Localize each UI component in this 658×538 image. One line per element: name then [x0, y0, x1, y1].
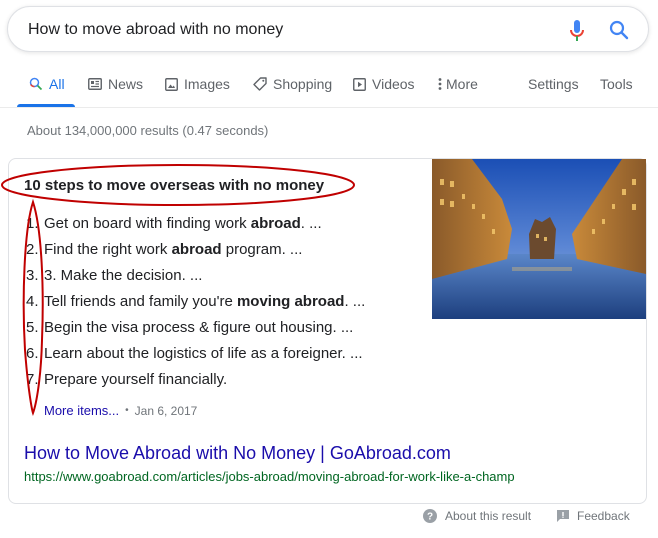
- feedback-label: Feedback: [577, 509, 630, 523]
- tab-label: Shopping: [273, 76, 333, 92]
- list-item-number: 6.: [26, 345, 39, 362]
- result-url[interactable]: https://www.goabroad.com/articles/jobs-a…: [24, 469, 515, 484]
- result-stats: About 134,000,000 results (0.47 seconds): [27, 123, 269, 138]
- snippet-list-item: 1. Get on board with finding work abroad.…: [26, 211, 365, 237]
- more-vert-icon: [438, 78, 442, 90]
- news-icon: [88, 78, 102, 90]
- list-item-text: 3. Make the decision. ...: [44, 267, 203, 284]
- play-icon: [353, 77, 366, 91]
- tab-label: News: [108, 76, 144, 92]
- list-item-text: program. ...: [221, 241, 303, 258]
- search-icon[interactable]: [608, 19, 630, 41]
- microphone-icon[interactable]: [568, 19, 586, 43]
- separator-dot: •: [125, 405, 129, 416]
- highlighted-term: moving abroad: [236, 293, 345, 310]
- tools-link[interactable]: Tools: [600, 76, 633, 92]
- snippet-title: 10 steps to move overseas with no money: [24, 177, 325, 194]
- highlighted-term: abroad: [171, 241, 222, 258]
- snippet-list-item: 4. Tell friends and family you're moving …: [26, 289, 365, 315]
- tools-label: Tools: [600, 76, 633, 92]
- search-icon: [29, 77, 43, 91]
- tab-videos[interactable]: Videos: [353, 76, 415, 92]
- search-bar: [7, 6, 649, 52]
- about-this-result[interactable]: ? About this result: [423, 509, 531, 523]
- active-tab-indicator: [17, 104, 75, 107]
- list-item-number: 7.: [26, 371, 39, 388]
- image-icon: [165, 77, 178, 91]
- list-item-text: . ...: [344, 293, 366, 310]
- more-items-link[interactable]: More items...: [44, 403, 119, 418]
- snippet-thumbnail[interactable]: [432, 159, 646, 319]
- feedback-icon: [557, 510, 569, 522]
- snippet-list-item: 3. 3. Make the decision. ...: [26, 263, 365, 289]
- list-item-number: 3.: [26, 267, 39, 284]
- help-icon: ?: [423, 509, 437, 523]
- tag-icon: [253, 77, 267, 91]
- tab-more[interactable]: More: [438, 76, 478, 92]
- snippet-list: 1. Get on board with finding work abroad.…: [26, 211, 365, 393]
- snippet-list-item: 7. Prepare yourself financially.: [26, 367, 365, 393]
- snippet-list-item: 6. Learn about the logistics of life as a…: [26, 341, 365, 367]
- settings-link[interactable]: Settings: [528, 76, 579, 92]
- snippet-date: Jan 6, 2017: [134, 403, 198, 418]
- settings-label: Settings: [528, 76, 579, 92]
- highlighted-term: abroad: [250, 215, 301, 232]
- tab-images[interactable]: Images: [165, 76, 230, 92]
- list-item-number: 2.: [26, 241, 39, 258]
- search-input[interactable]: [28, 19, 528, 41]
- list-item-number: 5.: [26, 319, 39, 336]
- list-item-text: Find the right work: [44, 241, 172, 258]
- list-item-number: 1.: [26, 215, 39, 232]
- feedback-link[interactable]: Feedback: [557, 509, 630, 523]
- snippet-list-item: 2. Find the right work abroad program. ..…: [26, 237, 365, 263]
- tab-news[interactable]: News: [88, 76, 143, 92]
- list-item-text: . ...: [300, 215, 322, 232]
- list-item-text: Learn about the logistics of life as a f…: [44, 345, 363, 362]
- list-item-text: Tell friends and family you're: [44, 293, 237, 310]
- svg-text:?: ?: [427, 512, 433, 523]
- snippet-list-item: 5. Begin the visa process & figure out ho…: [26, 315, 365, 341]
- tab-label: More: [446, 76, 478, 92]
- tab-label: All: [49, 76, 65, 92]
- list-item-text: Prepare yourself financially.: [44, 371, 228, 388]
- tab-shopping[interactable]: Shopping: [253, 76, 332, 92]
- tab-label: Videos: [372, 76, 415, 92]
- more-items-row: More items... • Jan 6, 2017: [44, 403, 197, 418]
- list-item-text: Begin the visa process & figure out hous…: [44, 319, 354, 336]
- list-item-number: 4.: [26, 293, 39, 310]
- about-label: About this result: [445, 509, 532, 523]
- search-tabs: All News Images Shopping Videos More Set…: [0, 70, 658, 108]
- result-title-link[interactable]: How to Move Abroad with No Money | GoAbr…: [24, 443, 451, 464]
- tab-all[interactable]: All: [29, 76, 65, 92]
- tab-label: Images: [184, 76, 230, 92]
- list-item-text: Get on board with finding work: [44, 215, 251, 232]
- canal-photo-icon: [432, 159, 646, 319]
